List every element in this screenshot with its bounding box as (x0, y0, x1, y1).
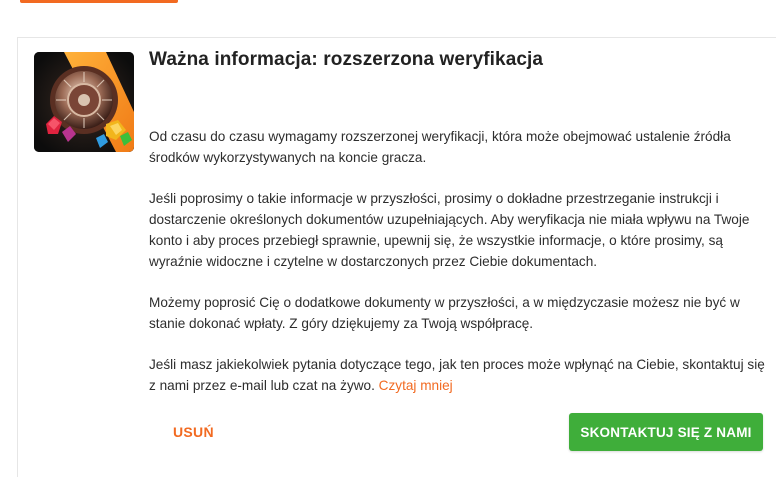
read-less-link[interactable]: Czytaj mniej (379, 378, 453, 393)
notice-paragraph-text: Jeśli masz jakiekolwiek pytania dotycząc… (149, 357, 765, 393)
notice-paragraph: Możemy poprosić Cię o dodatkowe dokument… (149, 295, 740, 331)
notice-title: Ważna informacja: rozszerzona weryfikacj… (149, 49, 544, 70)
notice-paragraph: Od czasu do czasu wymagamy rozszerzonej … (149, 129, 731, 165)
roulette-wheel-gems-icon (34, 52, 134, 152)
top-accent-bar (20, 0, 178, 3)
notice-paragraph: Jeśli poprosimy o takie informacje w prz… (149, 191, 750, 269)
notice-body: Od czasu do czasu wymagamy rozszerzonej … (149, 126, 774, 416)
contact-us-button[interactable]: SKONTAKTUJ SIĘ Z NAMI (569, 413, 763, 451)
notice-paragraph-last: Jeśli masz jakiekolwiek pytania dotycząc… (149, 354, 774, 396)
remove-button[interactable]: USUŃ (159, 414, 228, 450)
